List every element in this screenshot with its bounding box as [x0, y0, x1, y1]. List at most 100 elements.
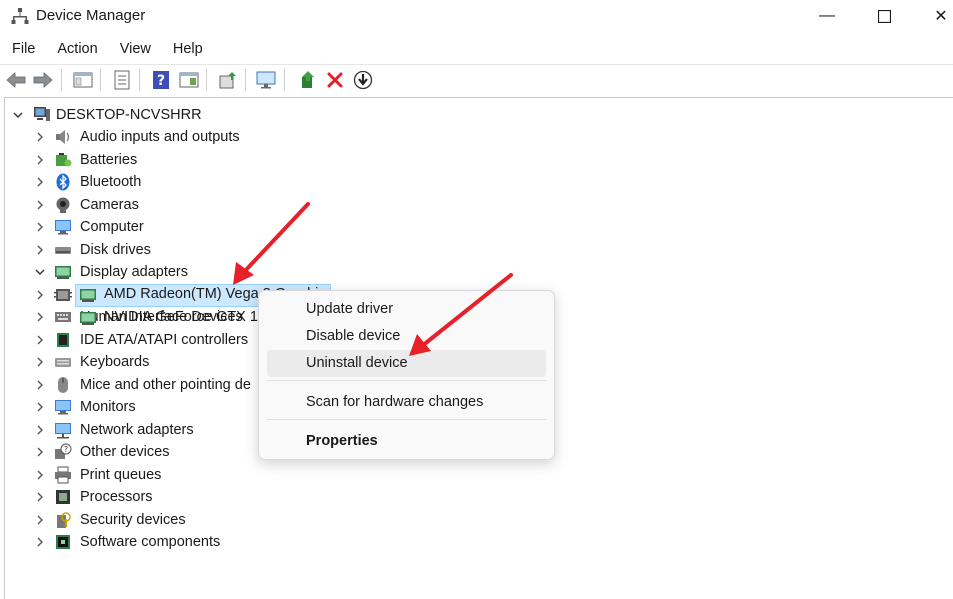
expand-chevron-icon[interactable] — [33, 153, 47, 167]
display-adapter-icon — [55, 266, 71, 279]
context-separator — [267, 380, 546, 381]
category-label[interactable]: Bluetooth — [80, 171, 141, 193]
forward-button[interactable] — [32, 69, 54, 91]
audio-icon — [56, 130, 70, 144]
category-label[interactable]: Network adapters — [80, 419, 194, 441]
disk-icon — [55, 246, 71, 254]
window-title: Device Manager — [36, 7, 146, 24]
category-label[interactable]: Software components — [80, 531, 220, 553]
device-manager-app-icon — [11, 8, 29, 24]
expand-chevron-icon[interactable] — [33, 378, 47, 392]
properties-icon — [114, 70, 130, 90]
security-icon — [57, 511, 71, 528]
context-item-label: Scan for hardware changes — [306, 394, 484, 410]
expand-chevron-icon[interactable] — [33, 175, 47, 189]
context-uninstall-device[interactable]: Uninstall device — [267, 350, 546, 377]
expand-chevron-icon[interactable] — [33, 445, 47, 459]
collapse-chevron-icon[interactable] — [33, 265, 47, 279]
expand-chevron-icon[interactable] — [33, 198, 47, 212]
menu-view[interactable]: View — [108, 36, 161, 62]
svg-text:?: ? — [157, 73, 165, 89]
toolbar-separator — [100, 69, 101, 91]
minimize-button[interactable]: — — [803, 0, 851, 32]
maximize-icon — [877, 9, 891, 23]
toolbar-separator — [284, 69, 285, 91]
forward-icon — [33, 72, 53, 88]
tree-root-label[interactable]: DESKTOP-NCVSHRR — [56, 104, 202, 126]
disable-device-icon — [353, 70, 373, 90]
category-label[interactable]: Keyboards — [80, 351, 149, 373]
category-label[interactable]: Processors — [80, 486, 153, 508]
nvidia-geforce-device-label[interactable]: NVIDIA GeForce GTX 1650 — [104, 306, 282, 328]
bluetooth-icon — [56, 173, 70, 191]
toolbar-separator — [245, 69, 246, 91]
close-button[interactable]: ✕ — [917, 0, 953, 32]
menu-action[interactable]: Action — [45, 36, 107, 62]
uninstall-device-button[interactable] — [324, 69, 346, 91]
view-button[interactable] — [178, 69, 200, 91]
update-driver-icon — [219, 72, 236, 89]
computer-icon — [55, 220, 71, 235]
expand-chevron-icon[interactable] — [33, 243, 47, 257]
title-bar: Device Manager — ✕ — [0, 0, 953, 34]
back-icon — [6, 72, 26, 88]
scan-hardware-icon — [256, 71, 276, 89]
enable-device-icon — [302, 71, 314, 88]
network-icon — [55, 422, 71, 438]
processor-icon — [56, 490, 70, 504]
expand-chevron-icon[interactable] — [33, 310, 47, 324]
camera-icon — [56, 197, 70, 213]
menu-file[interactable]: File — [0, 36, 45, 62]
category-label[interactable]: Monitors — [80, 396, 136, 418]
context-menu: Update driver Disable device Uninstall d… — [258, 290, 555, 460]
help-button[interactable]: ? — [150, 69, 172, 91]
expand-chevron-icon[interactable] — [33, 423, 47, 437]
view-icon — [179, 72, 199, 88]
disable-device-button[interactable] — [352, 69, 374, 91]
expand-chevron-icon[interactable] — [33, 220, 47, 234]
expand-chevron-icon[interactable] — [33, 355, 47, 369]
expand-chevron-icon[interactable] — [33, 490, 47, 504]
category-label[interactable]: Display adapters — [80, 261, 188, 283]
maximize-button[interactable] — [860, 0, 908, 32]
expand-chevron-icon[interactable] — [33, 535, 47, 549]
category-label[interactable]: Print queues — [80, 464, 161, 486]
console-tree-icon — [73, 72, 93, 88]
category-label[interactable]: Computer — [80, 216, 144, 238]
update-driver-button[interactable] — [217, 69, 239, 91]
expand-chevron-icon[interactable] — [33, 333, 47, 347]
category-label[interactable]: IDE ATA/ATAPI controllers — [80, 329, 248, 351]
scan-hardware-button[interactable] — [256, 69, 278, 91]
context-properties[interactable]: Properties — [267, 428, 546, 455]
toolbar-separator — [206, 69, 207, 91]
display-adapter-icon — [80, 289, 96, 302]
category-label[interactable]: Cameras — [80, 194, 139, 216]
enable-device-button[interactable] — [297, 69, 319, 91]
context-update-driver[interactable]: Update driver — [267, 296, 546, 323]
menu-bar: File Action View Help — [0, 36, 953, 62]
context-disable-device[interactable]: Disable device — [267, 323, 546, 350]
properties-button[interactable] — [111, 69, 133, 91]
computer-root-icon — [34, 107, 50, 121]
category-label[interactable]: Batteries — [80, 149, 137, 171]
expand-chevron-icon[interactable] — [33, 288, 47, 302]
back-button[interactable] — [5, 69, 27, 91]
category-label[interactable]: Disk drives — [80, 239, 151, 261]
uninstall-x-icon — [327, 72, 343, 88]
context-scan-hardware[interactable]: Scan for hardware changes — [267, 389, 546, 416]
toolbar-separator — [139, 69, 140, 91]
category-label[interactable]: Mice and other pointing de — [80, 374, 251, 396]
expand-chevron-icon[interactable] — [33, 130, 47, 144]
expand-chevron-icon[interactable] — [33, 400, 47, 414]
category-label[interactable]: Audio inputs and outputs — [80, 126, 240, 148]
expand-chevron-icon[interactable] — [33, 513, 47, 527]
category-label[interactable]: Security devices — [80, 509, 186, 531]
expand-chevron-icon[interactable] — [33, 468, 47, 482]
hid-icon — [55, 312, 71, 322]
collapse-chevron-icon[interactable] — [11, 108, 25, 122]
category-label[interactable]: Other devices — [80, 441, 169, 463]
context-separator — [267, 419, 546, 420]
menu-help[interactable]: Help — [161, 36, 213, 62]
other-devices-icon: ? — [55, 443, 72, 459]
show-hide-console-tree-button[interactable] — [72, 69, 94, 91]
